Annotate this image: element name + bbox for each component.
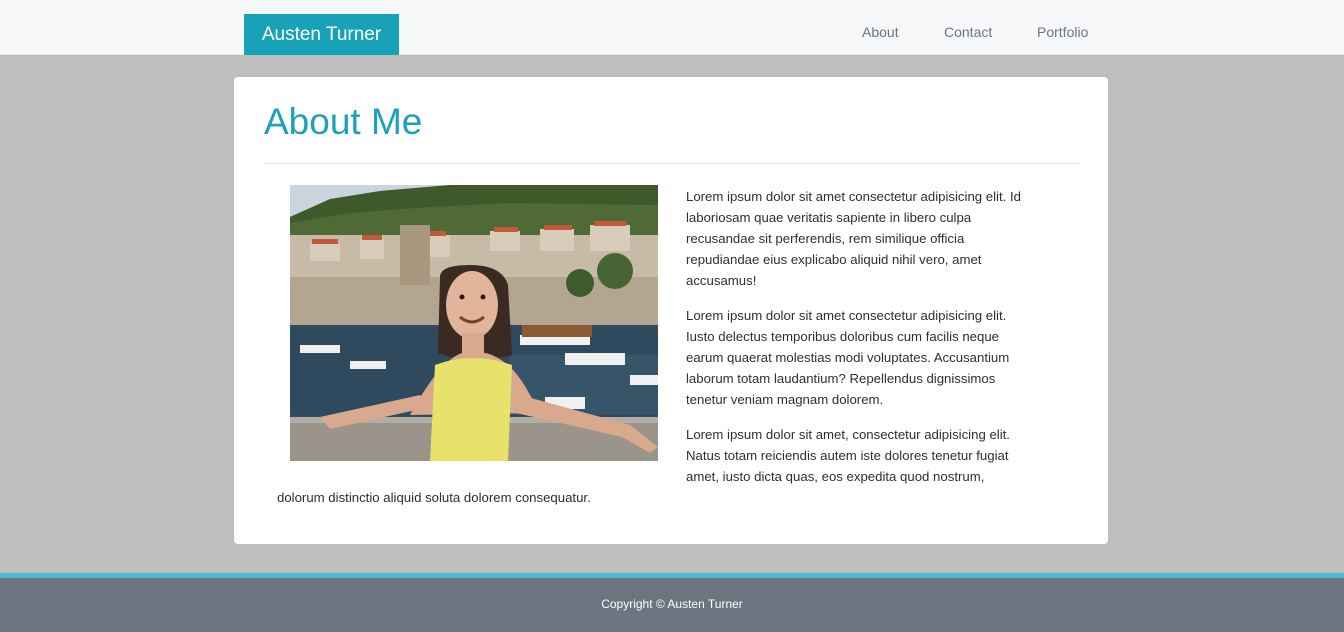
title-divider (264, 163, 1079, 164)
copyright-text: Copyright © Austen Turner (601, 597, 743, 611)
brand-logo-link[interactable]: Austen Turner (244, 14, 399, 55)
top-navbar: Austen Turner About Contact Portfolio (0, 0, 1344, 55)
nav-link-about[interactable]: About (862, 23, 899, 41)
about-card: About Me Lorem ipsum dolor sit amet cons… (234, 77, 1108, 544)
about-paragraph-1: Lorem ipsum dolor sit amet consectetur a… (686, 189, 1021, 288)
about-paragraph-3-continued: dolorum distinctio aliquid soluta dolore… (277, 490, 591, 505)
nav-link-contact[interactable]: Contact (944, 23, 992, 41)
page-title: About Me (264, 101, 423, 142)
about-paragraph-3: Lorem ipsum dolor sit amet, consectetur … (686, 427, 1010, 484)
about-paragraph-2: Lorem ipsum dolor sit amet consectetur a… (686, 308, 1010, 407)
profile-photo (290, 185, 658, 461)
nav-link-portfolio[interactable]: Portfolio (1037, 23, 1088, 41)
footer: Copyright © Austen Turner (0, 578, 1344, 632)
